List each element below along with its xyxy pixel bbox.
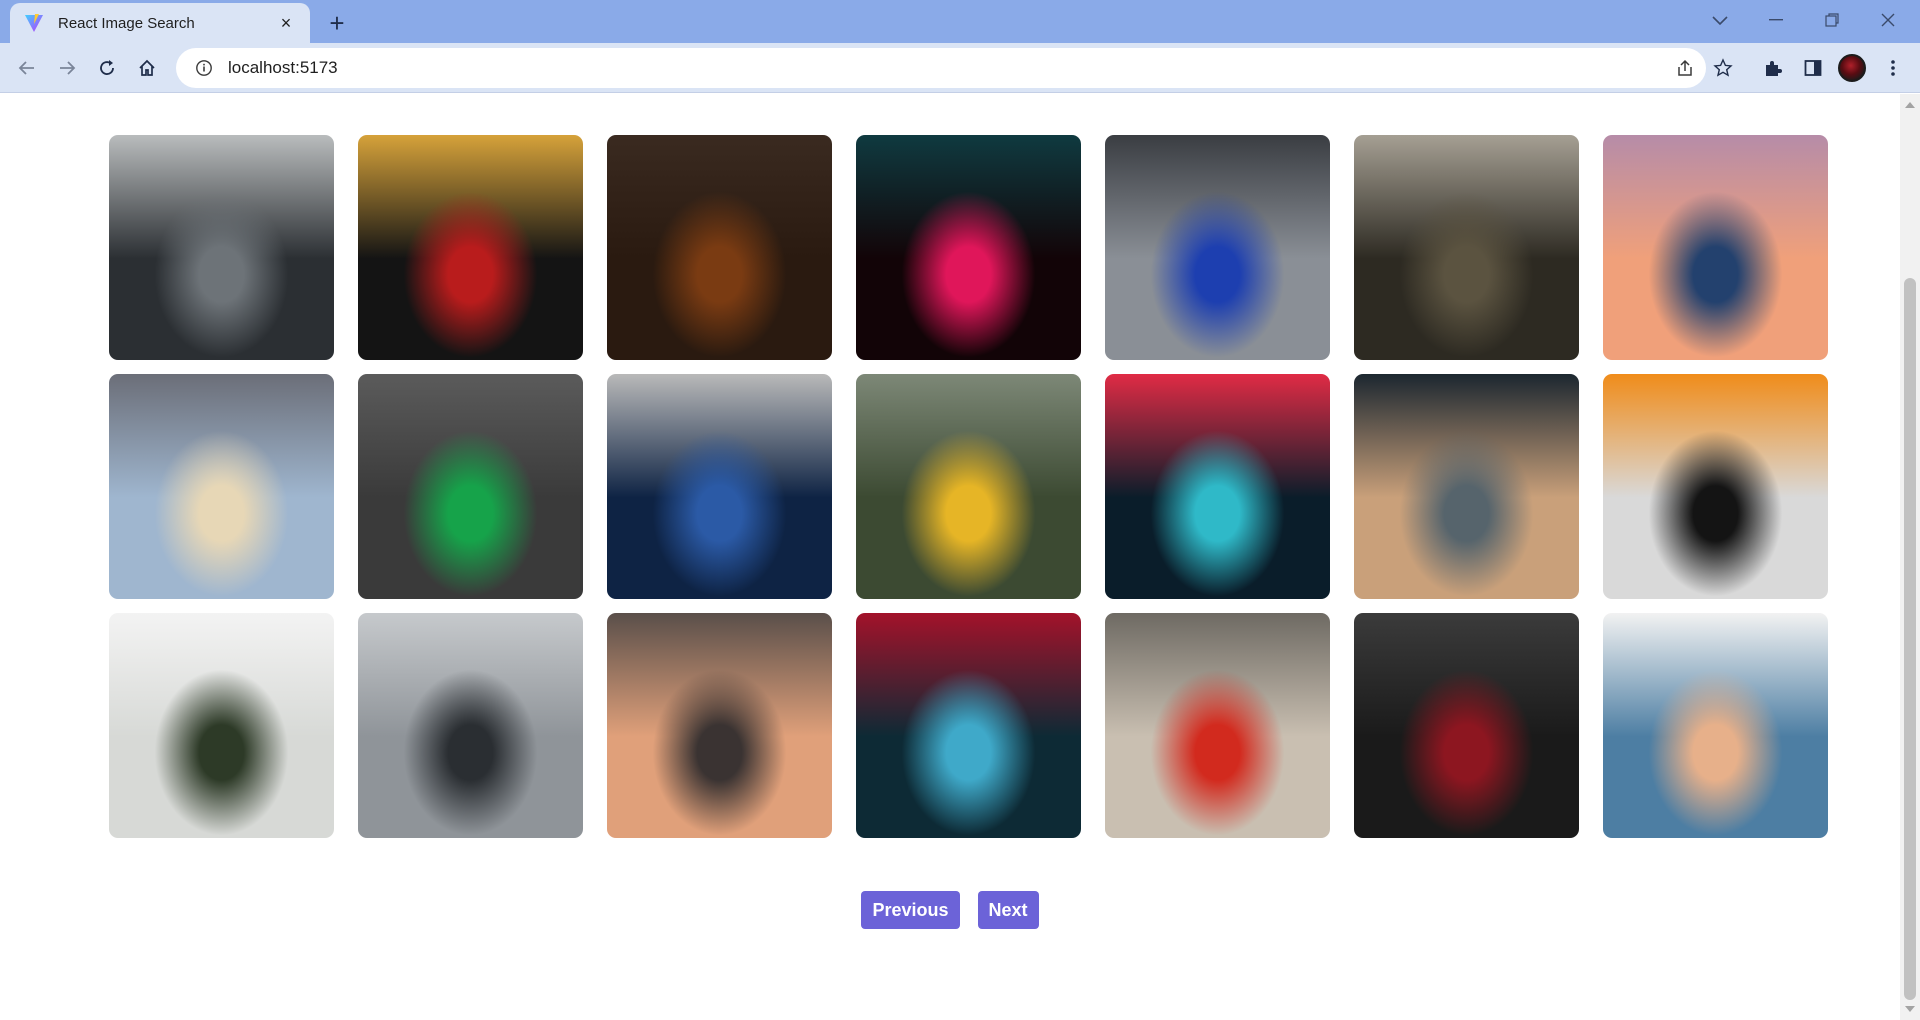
image-card-dark-coupe-by-harbor[interactable]: [358, 613, 583, 838]
browser-tab[interactable]: React Image Search ×: [10, 3, 310, 43]
vertical-scrollbar[interactable]: [1900, 94, 1920, 1020]
tab-search-chevron-icon[interactable]: [1705, 6, 1735, 36]
image-card-green-muscle-car-top-view[interactable]: [358, 374, 583, 599]
tab-title: React Image Search: [58, 14, 195, 32]
more-menu-icon[interactable]: [1876, 51, 1910, 85]
new-tab-button[interactable]: +: [322, 8, 352, 38]
back-arrow-icon[interactable]: [10, 51, 44, 85]
side-panel-icon[interactable]: [1796, 51, 1830, 85]
home-icon[interactable]: [130, 51, 164, 85]
share-icon[interactable]: [1668, 51, 1702, 85]
scroll-down-arrow-icon[interactable]: [1900, 1002, 1920, 1016]
image-card-panda-mask-with-cars[interactable]: [1603, 613, 1828, 838]
next-button[interactable]: Next: [977, 891, 1039, 929]
page-viewport: Previous Next: [0, 94, 1900, 1020]
image-card-blue-sedan-at-sunset[interactable]: [1603, 135, 1828, 360]
image-card-grey-supercar-in-alley[interactable]: [109, 135, 334, 360]
site-info-icon[interactable]: [194, 58, 214, 78]
image-card-light-trails-highway-night[interactable]: [1105, 374, 1330, 599]
reload-icon[interactable]: [90, 51, 124, 85]
image-card-car-on-forest-road[interactable]: [1354, 135, 1579, 360]
image-card-red-porsche-street[interactable]: [1105, 613, 1330, 838]
scroll-up-arrow-icon[interactable]: [1900, 98, 1920, 112]
image-card-sedan-on-road-dusk[interactable]: [607, 613, 832, 838]
bookmark-star-icon[interactable]: [1706, 51, 1740, 85]
close-window-icon[interactable]: [1860, 0, 1916, 40]
image-card-car-on-autumn-leaf-road[interactable]: [607, 135, 832, 360]
scrollbar-thumb[interactable]: [1904, 278, 1916, 1000]
tab-strip: React Image Search × +: [0, 0, 1920, 43]
minimize-icon[interactable]: [1748, 0, 1804, 40]
forward-arrow-icon[interactable]: [50, 51, 84, 85]
url-text: localhost:5173: [228, 58, 338, 77]
extensions-puzzle-icon[interactable]: [1756, 51, 1790, 85]
restore-icon[interactable]: [1804, 0, 1860, 40]
vite-favicon-icon: [24, 13, 44, 33]
image-card-purple-corvette-under-clouds[interactable]: [109, 374, 334, 599]
image-card-white-classic-car-grass[interactable]: [109, 613, 334, 838]
image-grid: [109, 135, 1828, 838]
image-card-blue-coupe-at-entrance[interactable]: [1105, 135, 1330, 360]
previous-button[interactable]: Previous: [861, 891, 960, 929]
image-card-red-car-taillight-night-street[interactable]: [358, 135, 583, 360]
image-card-yellow-sports-car-trees[interactable]: [856, 374, 1081, 599]
image-card-blue-cars-parked-row[interactable]: [607, 374, 832, 599]
browser-toolbar: localhost:5173: [0, 43, 1920, 93]
pagination: Previous Next: [0, 891, 1900, 929]
image-card-red-sports-car-dark[interactable]: [1354, 613, 1579, 838]
image-card-grey-coupe-on-hill[interactable]: [1354, 374, 1579, 599]
image-card-black-orange-hypercar-showroom[interactable]: [1603, 374, 1828, 599]
tab-close-icon[interactable]: ×: [276, 13, 296, 33]
profile-avatar[interactable]: [1838, 54, 1866, 82]
address-bar[interactable]: localhost:5173: [176, 48, 1706, 88]
image-card-car-in-neon-pink-showroom[interactable]: [856, 135, 1081, 360]
image-card-muscle-car-in-garage-lights[interactable]: [856, 613, 1081, 838]
